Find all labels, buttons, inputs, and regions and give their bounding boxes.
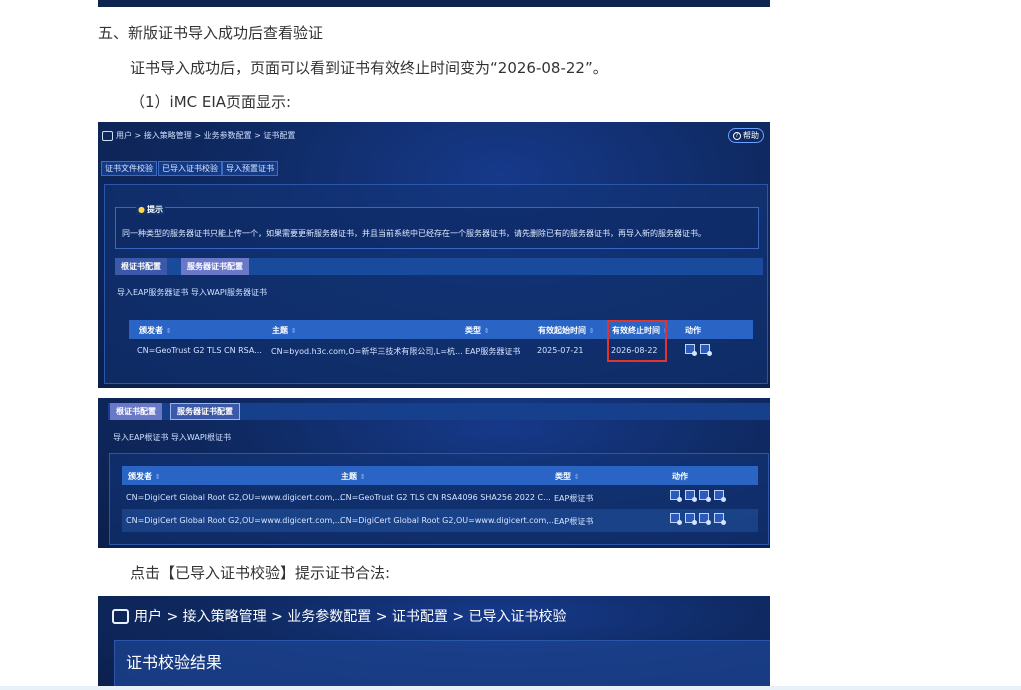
col-subject: 主题 ⇕ [341,472,366,481]
help-circle-icon: ? [733,131,741,140]
table-row: CN=DigiCert Global Root G2,OU=www.digice… [122,509,758,532]
help-button[interactable]: ? 帮助 [728,128,764,143]
previous-screenshot-edge [98,0,770,7]
cell-subject: CN=GeoTrust G2 TLS CN RSA4096 SHA256 202… [340,493,551,502]
cell-type: EAP根证书 [554,494,594,503]
lightbulb-icon: ● [138,205,145,214]
tip-text: 同一种类型的服务器证书只能上传一个，如果需要更新服务器证书，并且当前系统中已经存… [122,229,706,238]
cert-action-icon[interactable] [684,513,697,525]
paragraph-imc-display: （1）iMC EIA页面显示: [130,93,292,111]
cell-subject: CN=byod.h3c.com,O=新华三技术有限公司,L=杭... [271,347,463,356]
help-label: 帮助 [743,131,759,140]
paragraph-click-check: 点击【已导入证书校验】提示证书合法: [130,564,391,582]
tip-box: ● 提示 同一种类型的服务器证书只能上传一个，如果需要更新服务器证书，并且当前系… [115,204,759,249]
cert-action-icon[interactable] [713,513,726,525]
import-links[interactable]: 导入EAP根证书 导入WAPI根证书 [113,432,231,443]
import-links[interactable]: 导入EAP服务器证书 导入WAPI服务器证书 [117,287,267,298]
server-cert-table: 颁发者 ⇕ 主题 ⇕ 类型 ⇕ 有效起始时间 ⇕ 有效终止时间 ⇕ 动作 CN=… [129,320,753,364]
col-action: 动作 [685,326,701,335]
cell-subject: CN=DigiCert Global Root G2,OU=www.digice… [340,516,557,525]
panel-title: 证书校验结果 [126,653,223,672]
cert-action-icon[interactable] [699,344,712,356]
col-issuer: 颁发者 ⇕ [128,472,161,481]
col-action: 动作 [672,472,688,481]
col-type: 类型 ⇕ [465,326,490,335]
breadcrumb: 用户 > 接入策略管理 > 业务参数配置 > 证书配置 [116,131,296,140]
cell-issuer: CN=DigiCert Global Root G2,OU=www.digice… [126,493,343,502]
page-footer-bar [0,686,1021,690]
user-config-icon [112,608,129,624]
paragraph-import-success: 证书导入成功后，页面可以看到证书有效终止时间变为“2026-08-22”。 [130,59,608,77]
cell-type: EAP服务器证书 [465,347,521,356]
tab-server-cert[interactable]: 服务器证书配置 [170,403,240,420]
root-cert-panel: 颁发者 ⇕ 主题 ⇕ 类型 ⇕ 动作 CN=DigiCert Global Ro… [109,453,769,545]
tab-cert-file-check[interactable]: 证书文件校验 [101,161,157,176]
cell-actions [670,513,726,525]
highlight-box [607,320,667,362]
section-heading: 五、新版证书导入成功后查看验证 [98,24,324,42]
cert-action-icon[interactable] [670,513,682,525]
content-panel: ● 提示 同一种类型的服务器证书只能上传一个，如果需要更新服务器证书，并且当前系… [104,184,768,384]
tab-root-cert[interactable]: 根证书配置 [115,258,167,275]
tab-imported-cert-check[interactable]: 已导入证书校验 [158,161,222,176]
table-header: 颁发者 ⇕ 主题 ⇕ 类型 ⇕ 动作 [122,466,758,485]
screenshot-cert-config: 用户 > 接入策略管理 > 业务参数配置 > 证书配置 ? 帮助 证书文件校验 … [98,122,770,388]
cert-action-icon[interactable] [713,490,726,502]
cert-action-icon[interactable] [685,344,697,356]
check-result-panel: 证书校验结果 [114,640,770,690]
screenshot-cert-check: 用户 > 接入策略管理 > 业务参数配置 > 证书配置 > 已导入证书校验 证书… [98,596,770,690]
subtab-bar: 根证书配置 服务器证书配置 [115,258,763,275]
cell-actions [685,344,712,356]
user-config-icon [102,130,113,141]
col-issuer: 颁发者 ⇕ [139,326,172,335]
tip-title: 提示 [146,205,163,214]
cert-action-icon[interactable] [699,513,712,525]
tab-import-preset-cert[interactable]: 导入预置证书 [222,161,278,176]
cell-issuer: CN=GeoTrust G2 TLS CN RSA... [137,346,262,355]
cell-valid-from: 2025-07-21 [537,346,584,355]
col-type: 类型 ⇕ [555,472,580,481]
cert-action-icon[interactable] [670,490,682,502]
subtab-bar: 根证书配置 服务器证书配置 [108,403,770,420]
cell-actions [670,490,726,502]
col-subject: 主题 ⇕ [272,326,297,335]
table-row: CN=DigiCert Global Root G2,OU=www.digice… [122,486,758,509]
cert-action-icon[interactable] [699,490,712,502]
root-cert-table: 颁发者 ⇕ 主题 ⇕ 类型 ⇕ 动作 CN=DigiCert Global Ro… [122,466,758,536]
cell-type: EAP根证书 [554,517,594,526]
tab-root-cert[interactable]: 根证书配置 [110,403,162,420]
breadcrumb: 用户 > 接入策略管理 > 业务参数配置 > 证书配置 > 已导入证书校验 [134,609,567,625]
col-valid-from: 有效起始时间 ⇕ [538,326,595,335]
screenshot-root-cert: 根证书配置 服务器证书配置 导入EAP根证书 导入WAPI根证书 颁发者 ⇕ 主… [98,398,770,548]
cell-issuer: CN=DigiCert Global Root G2,OU=www.digice… [126,516,343,525]
cert-action-icon[interactable] [684,490,697,502]
tab-server-cert[interactable]: 服务器证书配置 [181,258,249,275]
